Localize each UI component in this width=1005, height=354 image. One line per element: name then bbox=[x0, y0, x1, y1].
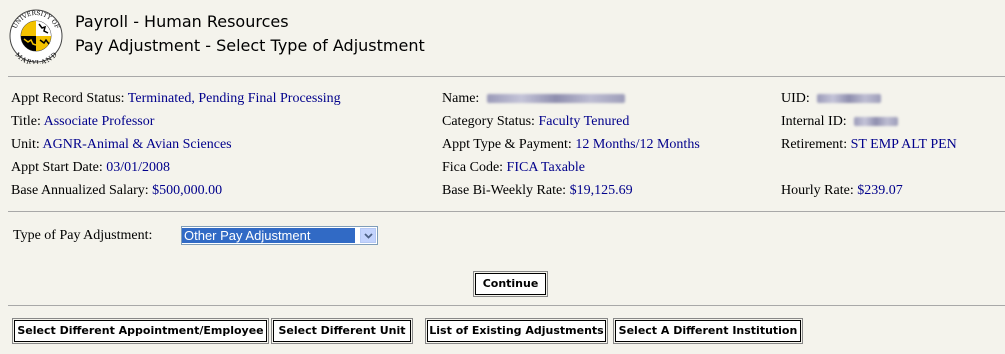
fica-label: Fica Code: bbox=[442, 160, 504, 175]
chevron-down-icon bbox=[364, 233, 373, 239]
hourly-label: Hourly Rate: bbox=[781, 183, 854, 198]
internal-id-label: Internal ID: bbox=[781, 114, 847, 129]
biweekly-value: $19,125.69 bbox=[569, 183, 633, 198]
list-adjustments-button[interactable]: List of Existing Adjustments bbox=[425, 318, 608, 344]
title-label: Title: bbox=[11, 114, 41, 129]
start-date-label: Appt Start Date: bbox=[11, 160, 103, 175]
header-divider bbox=[8, 76, 1005, 77]
appt-type-field: Appt Type & Payment: 12 Months/12 Months bbox=[442, 137, 700, 153]
actions-divider bbox=[8, 305, 1005, 306]
name-label: Name: bbox=[442, 91, 480, 106]
name-value-redacted bbox=[486, 94, 625, 104]
page-title: Payroll - Human Resources bbox=[75, 12, 289, 31]
adjustment-type-label: Type of Pay Adjustment: bbox=[13, 228, 153, 243]
fica-field: Fica Code: FICA Taxable bbox=[442, 160, 585, 176]
salary-label: Base Annualized Salary: bbox=[11, 183, 149, 198]
adjustment-type-select[interactable]: Other Pay Adjustment bbox=[181, 226, 378, 245]
uid-label: UID: bbox=[781, 91, 810, 106]
retirement-label: Retirement: bbox=[781, 137, 848, 152]
internal-id-field: Internal ID: bbox=[781, 114, 899, 130]
details-divider bbox=[8, 211, 1005, 212]
title-field: Title: Associate Professor bbox=[11, 114, 154, 130]
internal-id-value-redacted bbox=[854, 117, 899, 127]
uid-field: UID: bbox=[781, 91, 882, 107]
dropdown-button[interactable] bbox=[360, 228, 376, 243]
university-seal-icon: UNIVERSITY OF MARYLAND bbox=[9, 9, 63, 64]
select-unit-button[interactable]: Select Different Unit bbox=[271, 318, 413, 344]
retirement-value: ST EMP ALT PEN bbox=[850, 137, 957, 152]
hourly-field: Hourly Rate: $239.07 bbox=[781, 183, 903, 199]
appt-status-label: Appt Record Status: bbox=[11, 91, 125, 106]
continue-button[interactable]: Continue bbox=[473, 271, 548, 297]
unit-value: AGNR-Animal & Avian Sciences bbox=[42, 137, 232, 152]
select-employee-button[interactable]: Select Different Appointment/Employee bbox=[12, 318, 269, 344]
biweekly-field: Base Bi-Weekly Rate: $19,125.69 bbox=[442, 183, 633, 199]
start-date-field: Appt Start Date: 03/01/2008 bbox=[11, 160, 170, 176]
unit-label: Unit: bbox=[11, 137, 40, 152]
category-value: Faculty Tenured bbox=[538, 114, 630, 129]
category-field: Category Status: Faculty Tenured bbox=[442, 114, 629, 130]
start-date-value: 03/01/2008 bbox=[106, 160, 171, 175]
uid-value-redacted bbox=[817, 94, 882, 104]
adjustment-type-selected: Other Pay Adjustment bbox=[182, 228, 355, 243]
title-value: Associate Professor bbox=[43, 114, 155, 129]
unit-field: Unit: AGNR-Animal & Avian Sciences bbox=[11, 137, 232, 153]
retirement-field: Retirement: ST EMP ALT PEN bbox=[781, 137, 957, 153]
hourly-value: $239.07 bbox=[857, 183, 903, 198]
page-header: UNIVERSITY OF MARYLAND Payroll - Human R… bbox=[0, 0, 1005, 70]
name-field: Name: bbox=[442, 91, 625, 107]
salary-value: $500,000.00 bbox=[152, 183, 223, 198]
page-subtitle: Pay Adjustment - Select Type of Adjustme… bbox=[75, 36, 425, 55]
biweekly-label: Base Bi-Weekly Rate: bbox=[442, 183, 567, 198]
category-label: Category Status: bbox=[442, 114, 535, 129]
fica-value: FICA Taxable bbox=[506, 160, 586, 175]
appt-status-field: Appt Record Status: Terminated, Pending … bbox=[11, 91, 341, 107]
appt-status-value: Terminated, Pending Final Processing bbox=[127, 91, 341, 106]
appt-type-label: Appt Type & Payment: bbox=[442, 137, 572, 152]
appt-type-value: 12 Months/12 Months bbox=[575, 137, 700, 152]
salary-field: Base Annualized Salary: $500,000.00 bbox=[11, 183, 222, 199]
select-institution-button[interactable]: Select A Different Institution bbox=[613, 318, 803, 344]
